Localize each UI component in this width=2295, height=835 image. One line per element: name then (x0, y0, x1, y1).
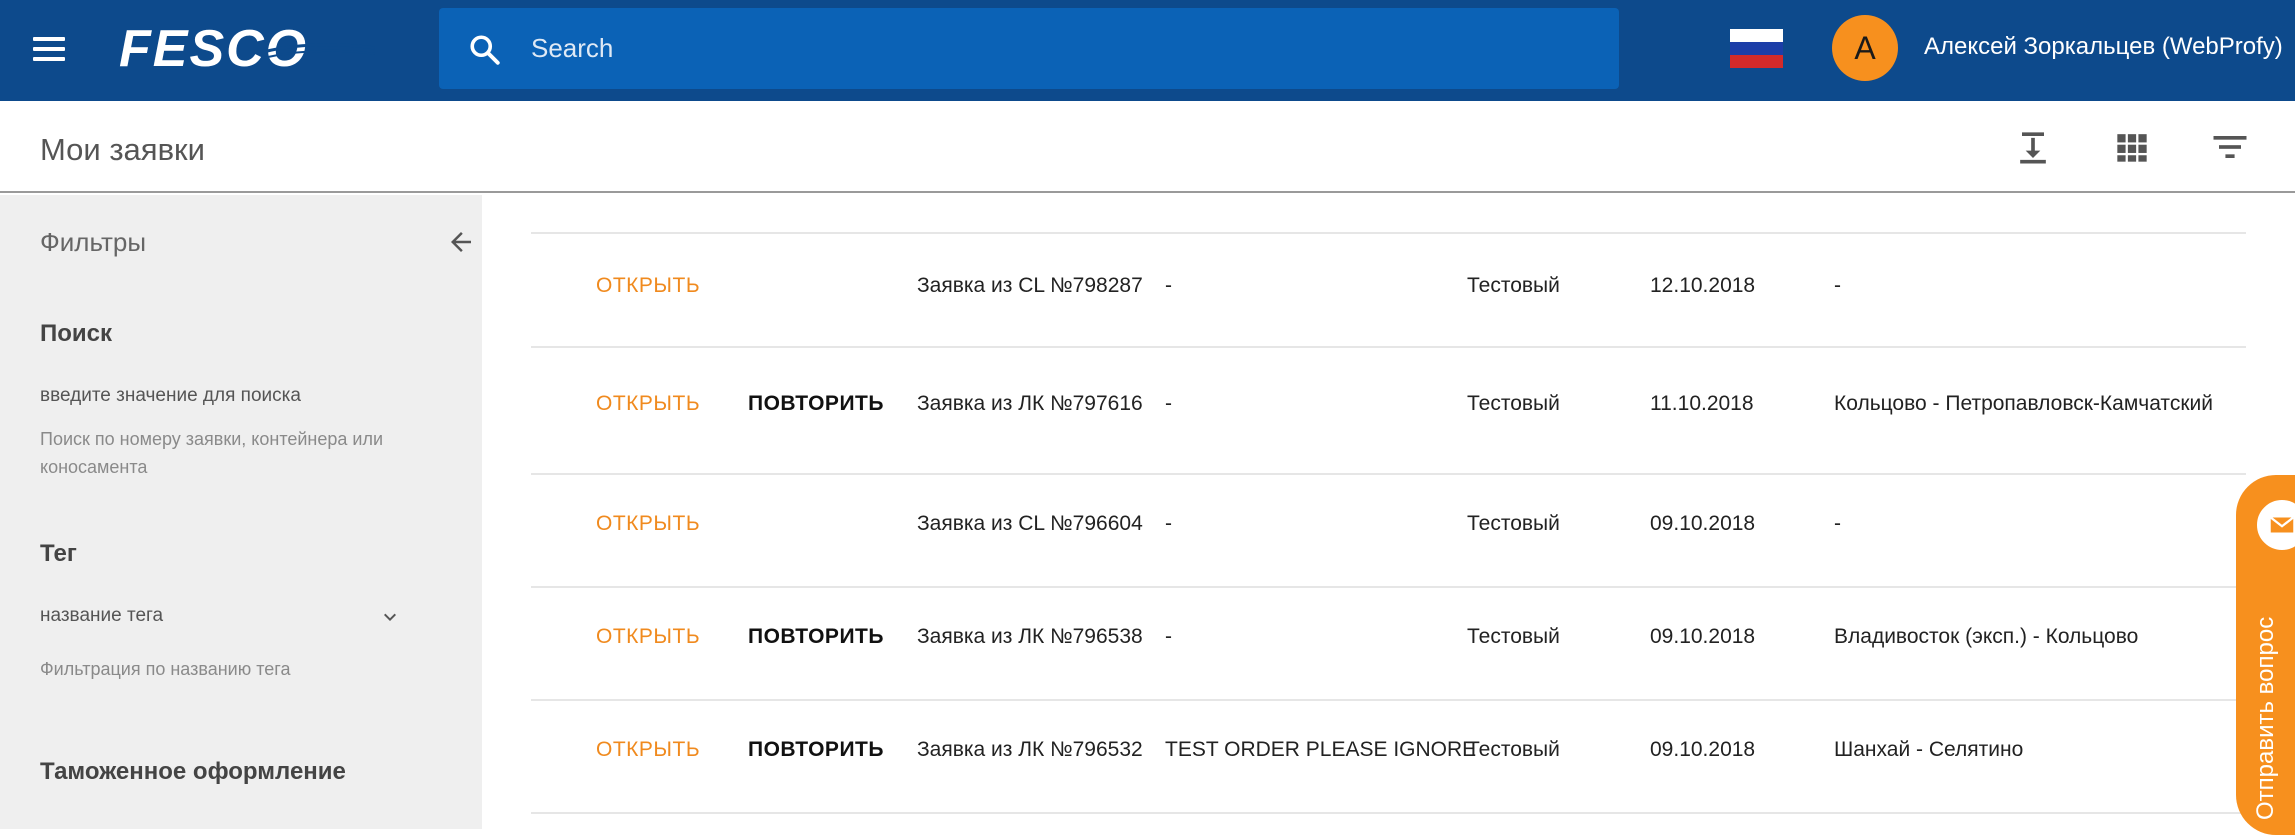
open-button[interactable]: ОТКРЫТЬ (596, 625, 700, 649)
search-filter-input[interactable]: введите значение для поиска (40, 385, 301, 407)
open-button[interactable]: ОТКРЫТЬ (596, 274, 700, 298)
order-status: Тестовый (1467, 738, 1560, 761)
page-header: Мои заявки (0, 101, 2295, 193)
table-row: ОТКРЫТЬ ПОВТОРИТЬ Заявка из ЛК №796532 T… (531, 701, 2246, 811)
order-comment: - (1165, 512, 1172, 535)
grid-view-icon[interactable] (2110, 125, 2154, 169)
order-name: Заявка из ЛК №796532 (917, 738, 1143, 761)
filter-list-icon[interactable] (2208, 125, 2252, 169)
order-date: 09.10.2018 (1650, 625, 1756, 648)
filters-sidebar: Фильтры Поиск введите значение для поиск… (0, 195, 482, 829)
tag-filter-heading: Тег (40, 540, 77, 567)
customs-filter-heading: Таможенное оформление (40, 758, 346, 785)
order-route: - (1834, 274, 1841, 297)
table-row: ОТКРЫТЬ Заявка из CL №796604 - Тестовый … (531, 475, 2246, 585)
filters-title: Фильтры (40, 227, 147, 257)
search-filter-hint: Поиск по номеру заявки, контейнера или к… (40, 429, 384, 477)
search-input[interactable] (531, 22, 1591, 74)
open-button[interactable]: ОТКРЫТЬ (596, 512, 700, 536)
row-divider (531, 812, 2246, 814)
fesco-logo[interactable]: FESCO (113, 22, 393, 74)
order-name: Заявка из ЛК №797616 (917, 392, 1143, 415)
table-row: ОТКРЫТЬ ПОВТОРИТЬ Заявка из ЛК №797616 -… (531, 348, 2246, 460)
send-question-button[interactable]: Отправить вопрос (2236, 475, 2295, 835)
repeat-button[interactable]: ПОВТОРИТЬ (748, 625, 884, 649)
order-status: Тестовый (1467, 625, 1560, 648)
order-status: Тестовый (1467, 392, 1560, 415)
order-route: Шанхай - Селятино (1834, 738, 2024, 761)
order-date: 09.10.2018 (1650, 512, 1756, 535)
order-date: 12.10.2018 (1650, 274, 1756, 297)
open-button[interactable]: ОТКРЫТЬ (596, 738, 700, 762)
search-bar[interactable] (439, 8, 1619, 89)
table-row: ОТКРЫТЬ ПОВТОРИТЬ Заявка из ЛК №796538 -… (531, 588, 2246, 698)
tag-filter-hint: Фильтрация по названию тега (40, 659, 291, 679)
search-icon (470, 35, 500, 65)
menu-icon[interactable] (33, 37, 65, 61)
orders-table: ОТКРЫТЬ Заявка из CL №798287 - Тестовый … (531, 195, 2246, 829)
page-title: Мои заявки (40, 132, 205, 167)
order-name: Заявка из CL №796604 (917, 512, 1143, 535)
chevron-down-icon[interactable] (378, 605, 402, 629)
send-question-label-wrap: Отправить вопрос (2242, 575, 2295, 835)
order-date: 09.10.2018 (1650, 738, 1756, 761)
mail-icon (2254, 497, 2295, 553)
table-row: ОТКРЫТЬ Заявка из CL №798287 - Тестовый … (531, 234, 2246, 346)
order-route: - (1834, 512, 1841, 535)
user-name[interactable]: Алексей Зоркальцев (WebProfy) (1924, 33, 2283, 61)
search-filter-heading: Поиск (40, 320, 113, 347)
repeat-button[interactable]: ПОВТОРИТЬ (748, 738, 884, 762)
order-comment: - (1165, 392, 1172, 415)
open-button[interactable]: ОТКРЫТЬ (596, 392, 700, 416)
avatar[interactable]: A (1832, 15, 1898, 81)
arrow-back-icon[interactable] (446, 227, 476, 257)
order-name: Заявка из CL №798287 (917, 274, 1143, 297)
send-question-label: Отправить вопрос (2252, 616, 2279, 820)
download-icon[interactable] (2011, 125, 2055, 169)
order-comment: TEST ORDER PLEASE IGNORE (1165, 738, 1477, 761)
order-status: Тестовый (1467, 512, 1560, 535)
russia-flag-icon[interactable] (1730, 29, 1783, 68)
order-route: Владивосток (эксп.) - Кольцово (1834, 625, 2139, 648)
order-comment: - (1165, 274, 1172, 297)
tag-filter-select[interactable]: название тега (40, 605, 163, 627)
order-name: Заявка из ЛК №796538 (917, 625, 1143, 648)
top-app-bar: FESCO A Алексей Зоркальцев (WebProfy) (0, 0, 2295, 101)
order-comment: - (1165, 625, 1172, 648)
repeat-button[interactable]: ПОВТОРИТЬ (748, 392, 884, 416)
order-route: Кольцово - Петропавловск-Камчатский (1834, 392, 2213, 415)
order-status: Тестовый (1467, 274, 1560, 297)
order-date: 11.10.2018 (1650, 392, 1754, 415)
